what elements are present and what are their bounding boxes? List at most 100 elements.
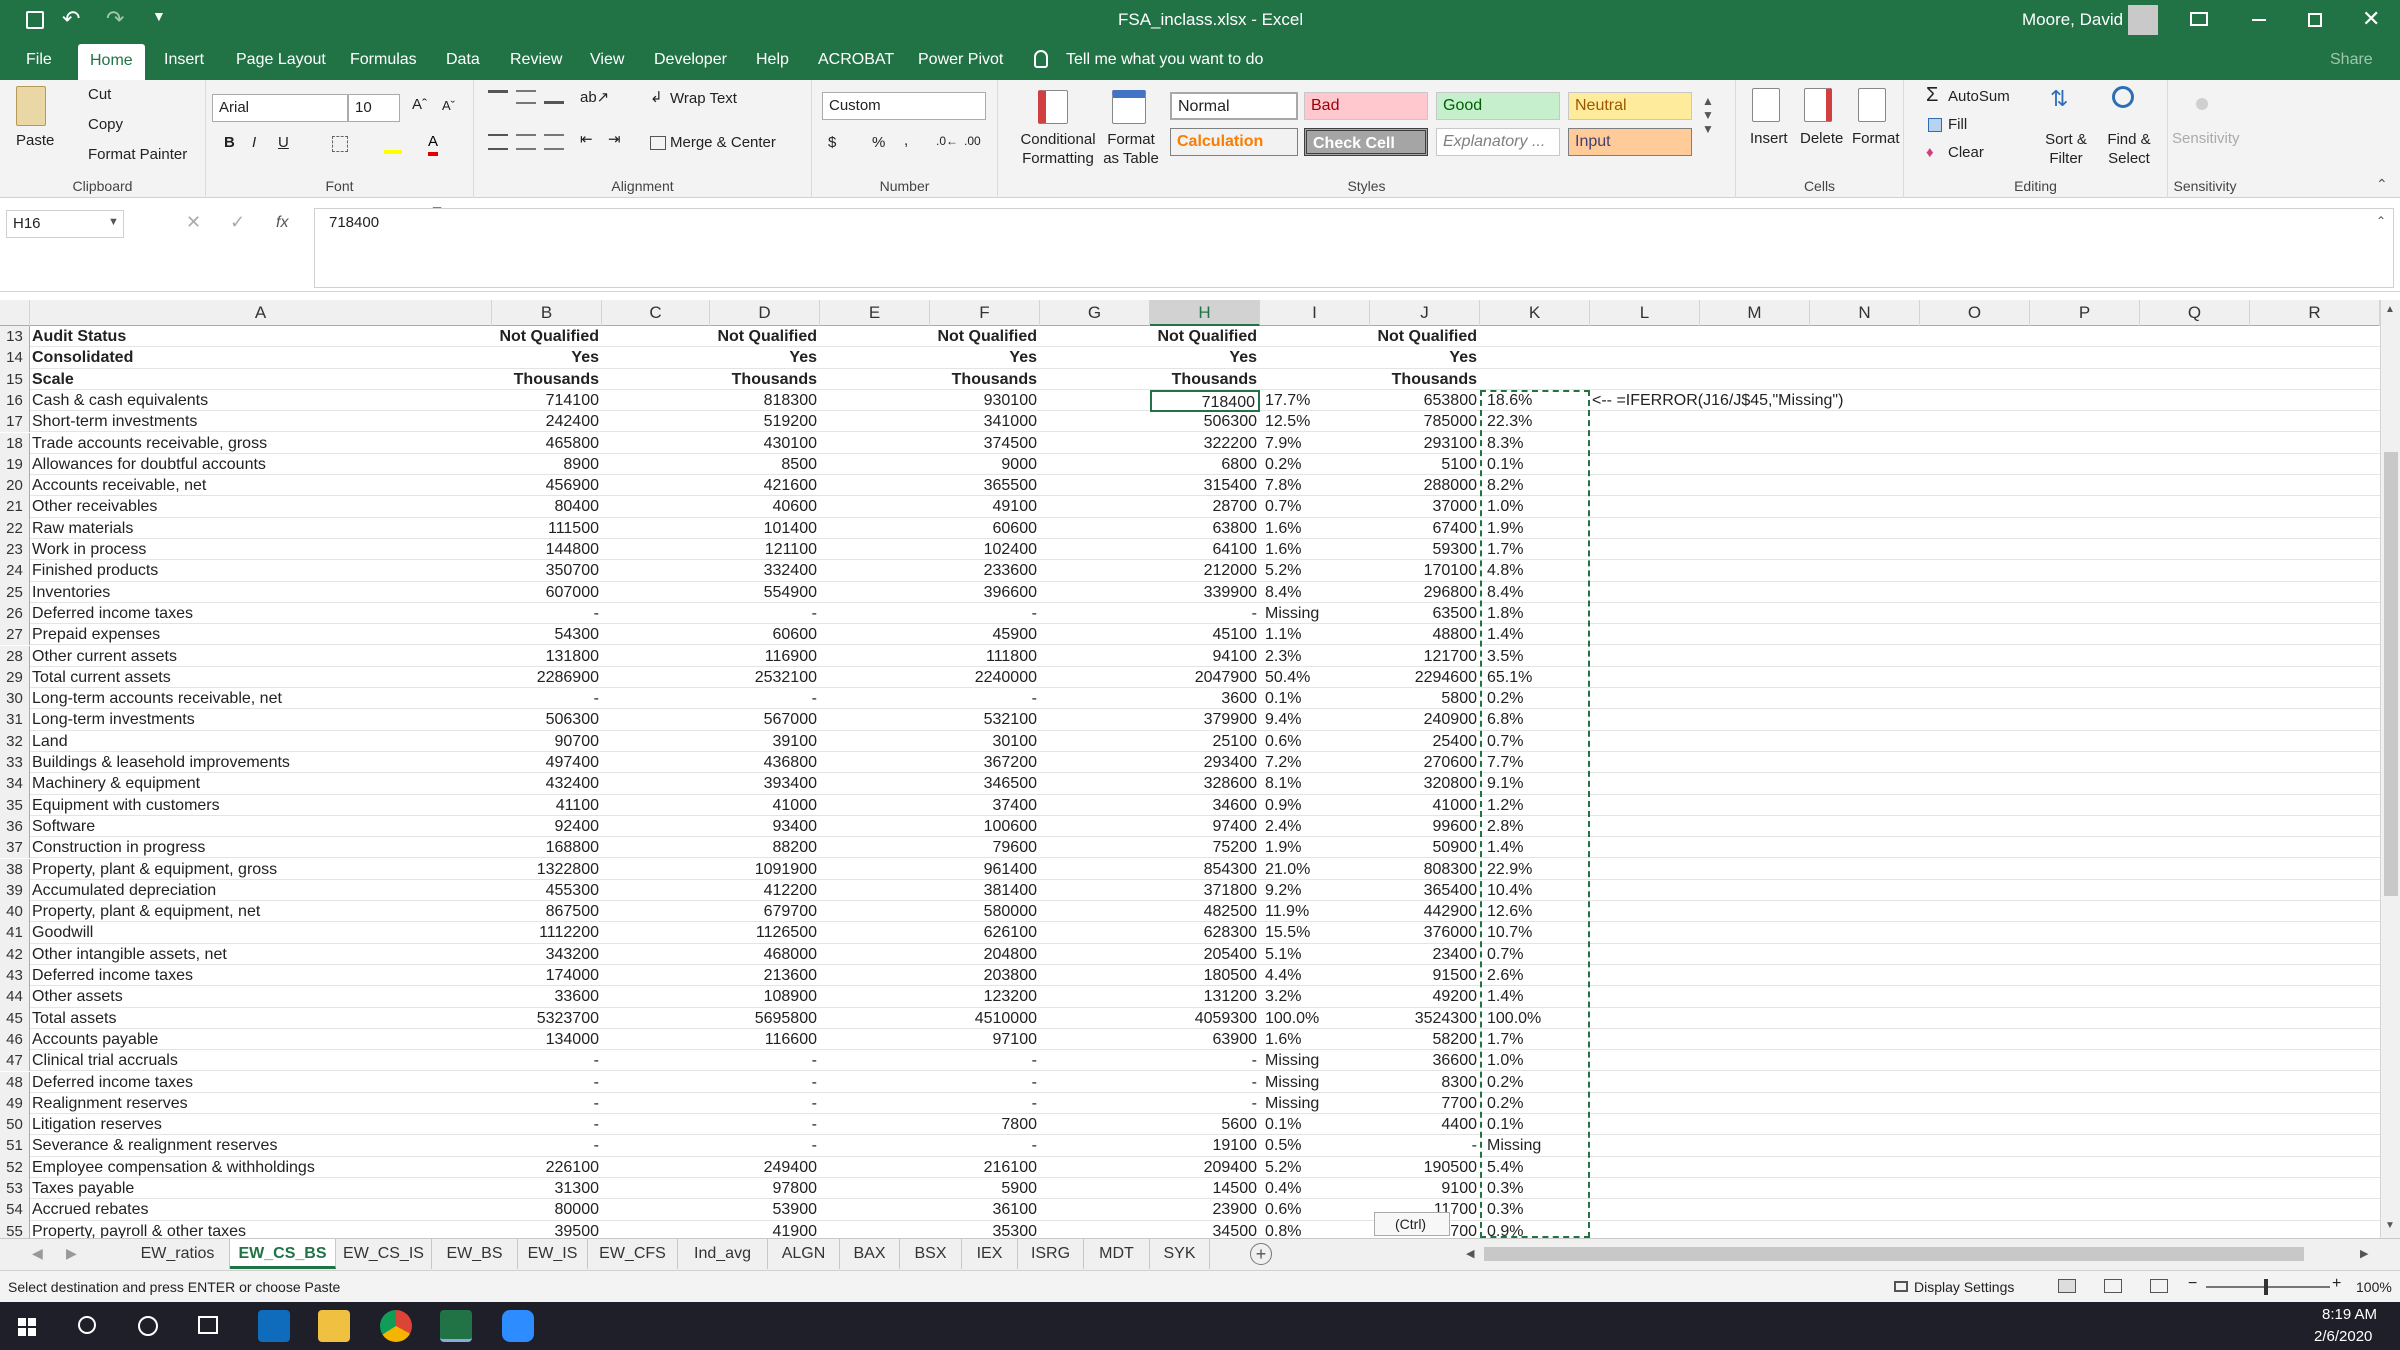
- cell-b[interactable]: 226100: [492, 1157, 602, 1178]
- cell-b[interactable]: 5323700: [492, 1008, 602, 1029]
- cell-f[interactable]: 7800: [930, 1114, 1040, 1135]
- column-header[interactable]: R: [2250, 300, 2380, 326]
- row-header[interactable]: 55: [0, 1220, 30, 1238]
- row-header[interactable]: 49: [0, 1092, 30, 1115]
- cell-f[interactable]: 204800: [930, 944, 1040, 965]
- style-normal[interactable]: Normal: [1170, 92, 1298, 120]
- decrease-font-icon[interactable]: Aˇ: [442, 98, 455, 113]
- cell-h[interactable]: 5600: [1150, 1114, 1260, 1135]
- cell-h[interactable]: 75200: [1150, 837, 1260, 858]
- cell-h[interactable]: 23900: [1150, 1199, 1260, 1220]
- cell-b[interactable]: 1322800: [492, 859, 602, 880]
- row-header[interactable]: 47: [0, 1050, 30, 1072]
- cell-d[interactable]: 213600: [710, 965, 820, 986]
- cell-a[interactable]: Total assets: [32, 1008, 492, 1029]
- cell-h[interactable]: 628300: [1150, 922, 1260, 943]
- italic-button[interactable]: I: [252, 134, 256, 151]
- cell-j[interactable]: 288000: [1370, 475, 1480, 496]
- cell-j[interactable]: 99600: [1370, 816, 1480, 837]
- column-header[interactable]: Q: [2140, 300, 2250, 326]
- cell-f[interactable]: 367200: [930, 752, 1040, 773]
- paste-icon[interactable]: [16, 86, 46, 126]
- cell-d[interactable]: 40600: [710, 496, 820, 517]
- task-view-icon[interactable]: [198, 1316, 218, 1334]
- cell-h[interactable]: 63800: [1150, 518, 1260, 539]
- cell-b[interactable]: 350700: [492, 560, 602, 581]
- cell-d[interactable]: 468000: [710, 944, 820, 965]
- cell-d[interactable]: 430100: [710, 433, 820, 454]
- file-explorer-icon[interactable]: [318, 1310, 350, 1342]
- cell-h[interactable]: 371800: [1150, 880, 1260, 901]
- collapse-ribbon-icon[interactable]: ⌃: [2376, 176, 2388, 193]
- scroll-down-icon[interactable]: ▼: [2385, 1220, 2395, 1231]
- cell-h[interactable]: 293400: [1150, 752, 1260, 773]
- cell-h[interactable]: 328600: [1150, 773, 1260, 794]
- format-as-table-button[interactable]: Format as Table: [1102, 130, 1160, 168]
- style-input[interactable]: Input: [1568, 128, 1692, 156]
- cell-a[interactable]: Deferred income taxes: [32, 603, 492, 624]
- row-header[interactable]: 48: [0, 1071, 30, 1093]
- windows-start-icon[interactable]: [18, 1318, 36, 1336]
- row-header[interactable]: 35: [0, 794, 30, 816]
- cell-a[interactable]: Trade accounts receivable, gross: [32, 433, 492, 454]
- cell-h[interactable]: 315400: [1150, 475, 1260, 496]
- tab-power-pivot[interactable]: Power Pivot: [906, 40, 1015, 80]
- cell-b[interactable]: 497400: [492, 752, 602, 773]
- cell-a[interactable]: Other assets: [32, 986, 492, 1007]
- cell-f[interactable]: 365500: [930, 475, 1040, 496]
- expand-formula-icon[interactable]: ⌃: [2376, 214, 2386, 228]
- paste-button[interactable]: Paste: [16, 132, 54, 149]
- cell-j[interactable]: 240900: [1370, 709, 1480, 730]
- row-header[interactable]: 24: [0, 560, 30, 582]
- tab-home[interactable]: Home: [78, 44, 145, 80]
- cell-i[interactable]: 0.1%: [1262, 688, 1370, 709]
- increase-decimal-icon[interactable]: .0←: [936, 134, 958, 148]
- redo-icon[interactable]: ↷: [106, 6, 124, 32]
- cell-i[interactable]: 8.1%: [1262, 773, 1370, 794]
- cell-a[interactable]: Property, payroll & other taxes: [32, 1221, 492, 1238]
- cell-i[interactable]: 1.6%: [1262, 518, 1370, 539]
- row-header[interactable]: 53: [0, 1178, 30, 1200]
- cell-d[interactable]: 97800: [710, 1178, 820, 1199]
- insert-cells-button[interactable]: Insert: [1750, 130, 1788, 147]
- cell-b[interactable]: 506300: [492, 709, 602, 730]
- row-header[interactable]: 20: [0, 475, 30, 497]
- cell-f[interactable]: 580000: [930, 901, 1040, 922]
- cell-d[interactable]: 436800: [710, 752, 820, 773]
- row-header[interactable]: 42: [0, 943, 30, 965]
- cell-j[interactable]: 8300: [1370, 1072, 1480, 1093]
- autosum-button[interactable]: AutoSum: [1948, 88, 2010, 105]
- middle-align-icon[interactable]: [516, 90, 536, 104]
- cell-i[interactable]: [1262, 369, 1370, 390]
- cell-i[interactable]: 15.5%: [1262, 922, 1370, 943]
- wrap-text-icon[interactable]: ↲: [650, 88, 663, 106]
- cell-f[interactable]: -: [930, 1135, 1040, 1156]
- cell-j[interactable]: 170100: [1370, 560, 1480, 581]
- cell-b[interactable]: 242400: [492, 411, 602, 432]
- cell-d[interactable]: 121100: [710, 539, 820, 560]
- cell-d[interactable]: 818300: [710, 390, 820, 411]
- cell-a[interactable]: Allowances for doubtful accounts: [32, 454, 492, 475]
- minimize-icon[interactable]: [2252, 19, 2266, 21]
- avatar[interactable]: [2128, 5, 2158, 35]
- cell-f[interactable]: 341000: [930, 411, 1040, 432]
- row-header[interactable]: 46: [0, 1028, 30, 1051]
- cell-h[interactable]: 3600: [1150, 688, 1260, 709]
- cell-d[interactable]: -: [710, 1050, 820, 1071]
- row-header[interactable]: 41: [0, 922, 30, 944]
- cell-i[interactable]: 50.4%: [1262, 667, 1370, 688]
- cell-d[interactable]: -: [710, 1135, 820, 1156]
- row-header[interactable]: 17: [0, 411, 30, 433]
- annotation-text[interactable]: <-- =IFERROR(J16/J$45,"Missing"): [1592, 390, 1843, 411]
- cell-h[interactable]: 209400: [1150, 1157, 1260, 1178]
- row-header[interactable]: 13: [0, 326, 30, 348]
- format-as-table-icon[interactable]: [1112, 90, 1146, 124]
- cell-f[interactable]: 203800: [930, 965, 1040, 986]
- column-header[interactable]: L: [1590, 300, 1700, 326]
- cell-b[interactable]: 54300: [492, 624, 602, 645]
- cell-f[interactable]: 374500: [930, 433, 1040, 454]
- cell-b[interactable]: 134000: [492, 1029, 602, 1050]
- cell-f[interactable]: 532100: [930, 709, 1040, 730]
- style-good[interactable]: Good: [1436, 92, 1560, 120]
- increase-indent-icon[interactable]: ⇥: [608, 130, 621, 148]
